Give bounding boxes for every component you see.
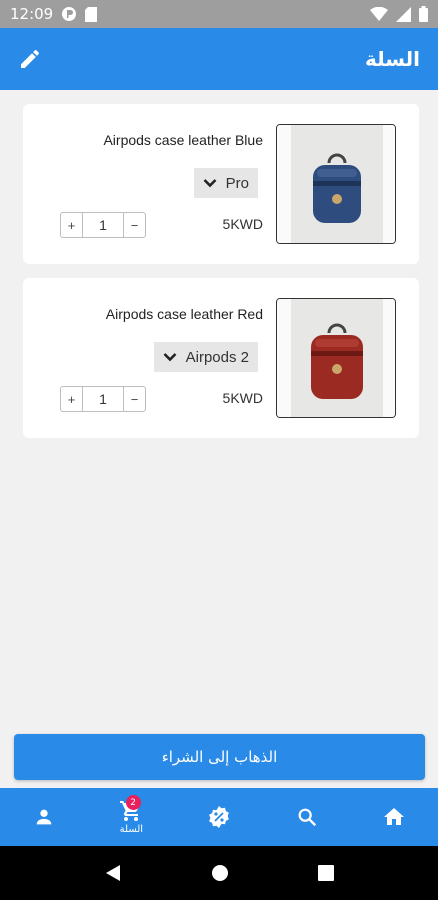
- nav-item-home[interactable]: [350, 788, 438, 846]
- nav-item-cart[interactable]: 2 السلة: [88, 788, 176, 846]
- product-name: Airpods case leather Blue: [103, 132, 263, 148]
- status-bar: 12:09: [0, 0, 438, 28]
- cart-item: Airpods case leather Red Airpods 2 5KWD …: [23, 278, 419, 438]
- edit-button[interactable]: [18, 47, 42, 71]
- variant-value: Airpods 2: [185, 348, 249, 366]
- signal-icon: [396, 6, 411, 22]
- cart-count-badge: 2: [125, 795, 141, 810]
- product-image[interactable]: [276, 298, 396, 418]
- home-circle-icon[interactable]: [211, 864, 229, 882]
- sd-card-icon: [85, 6, 98, 22]
- quantity-stepper: + 1 −: [60, 212, 146, 238]
- pencil-icon: [21, 49, 40, 68]
- page-title: السلة: [364, 47, 420, 71]
- recents-icon[interactable]: [317, 865, 334, 881]
- product-image[interactable]: [276, 124, 396, 244]
- variant-select[interactable]: Airpods 2: [153, 342, 258, 372]
- product-price: 5KWD: [222, 216, 263, 232]
- airpods-case-image: [277, 125, 395, 243]
- search-icon: [298, 808, 316, 827]
- increment-button[interactable]: +: [61, 387, 83, 411]
- decrement-button[interactable]: −: [123, 213, 145, 237]
- nav-item-search[interactable]: [263, 788, 351, 846]
- home-icon: [384, 808, 405, 825]
- checkout-button[interactable]: الذهاب إلى الشراء: [14, 734, 425, 780]
- chevron-down-icon: [203, 179, 217, 188]
- nav-item-profile[interactable]: [0, 788, 88, 846]
- product-price: 5KWD: [222, 390, 263, 406]
- cart-list: Airpods case leather Blue Pro 5KWD + 1 −…: [0, 90, 438, 734]
- quantity-stepper: + 1 −: [60, 386, 146, 412]
- wifi-icon: [370, 7, 388, 21]
- chevron-down-icon: [163, 353, 177, 362]
- quantity-value: 1: [99, 217, 107, 233]
- decrement-button[interactable]: −: [123, 387, 145, 411]
- variant-value: Pro: [225, 174, 249, 192]
- bottom-nav: 2 السلة: [0, 788, 438, 846]
- nav-label-cart: السلة: [119, 824, 144, 835]
- nav-item-offers[interactable]: [175, 788, 263, 846]
- battery-icon: [419, 6, 428, 22]
- system-nav-bar: [0, 846, 438, 900]
- increment-button[interactable]: +: [61, 213, 83, 237]
- quantity-value: 1: [99, 391, 107, 407]
- airpods-case-image: [277, 299, 395, 417]
- back-icon[interactable]: [104, 864, 122, 882]
- person-icon: [36, 809, 52, 825]
- notification-icon: [62, 7, 77, 21]
- cart-item: Airpods case leather Blue Pro 5KWD + 1 −: [23, 104, 419, 264]
- variant-select[interactable]: Pro: [193, 168, 258, 198]
- app-bar: السلة: [0, 28, 438, 90]
- discount-icon: [209, 806, 229, 828]
- status-time: 12:09: [10, 5, 54, 23]
- product-name: Airpods case leather Red: [105, 306, 263, 322]
